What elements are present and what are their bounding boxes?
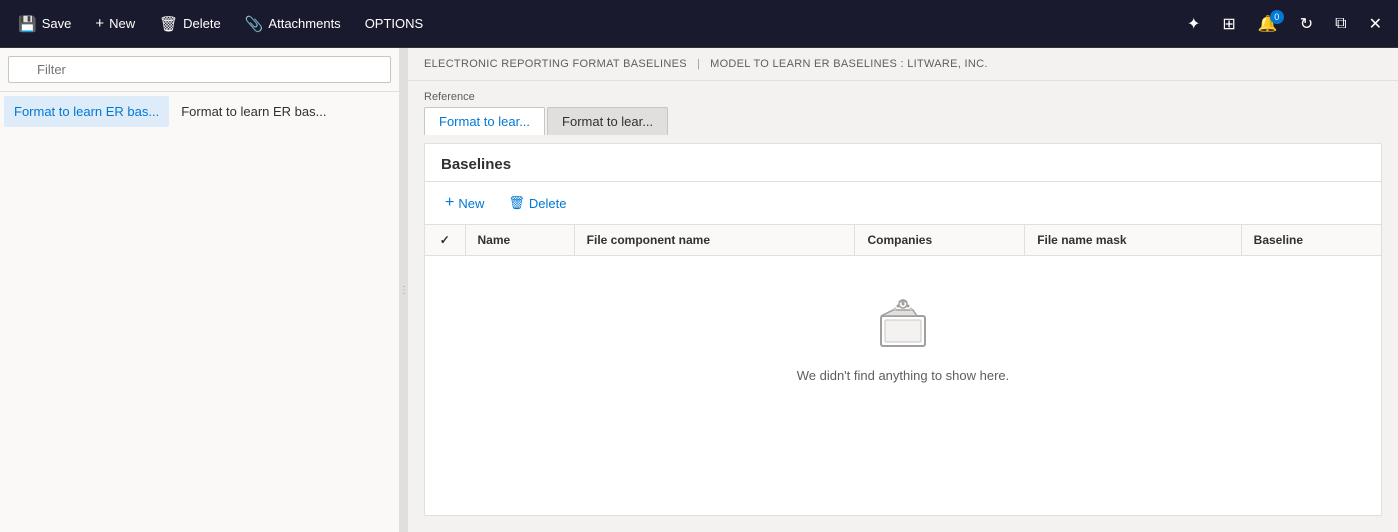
- right-panel: ELECTRONIC REPORTING FORMAT BASELINES | …: [408, 48, 1398, 532]
- delete-button[interactable]: 🗑 Delete: [149, 9, 231, 39]
- col-baseline: Baseline: [1241, 225, 1381, 256]
- col-file-name-mask: File name mask: [1025, 225, 1241, 256]
- paperclip-icon: 📎: [245, 15, 264, 33]
- options-button[interactable]: OPTIONS: [355, 10, 434, 37]
- reference-tabs: Format to lear... Format to lear...: [424, 107, 1382, 135]
- empty-state: We didn't find anything to show here.: [425, 256, 1381, 423]
- list-items: Format to learn ER bas... Format to lear…: [0, 92, 399, 131]
- reference-label: Reference: [424, 91, 1382, 103]
- filter-box: 🔍: [0, 48, 399, 92]
- baselines-header: Baselines: [425, 144, 1381, 182]
- baselines-table: ✓ Name File component name Companies Fil…: [425, 225, 1381, 256]
- close-button[interactable]: ✕: [1361, 8, 1390, 40]
- plus-icon: +: [95, 15, 104, 32]
- office-button[interactable]: ⊞: [1214, 8, 1243, 40]
- save-icon: 💾: [18, 15, 37, 33]
- compass-button[interactable]: ✦: [1179, 8, 1208, 40]
- reference-tab-1[interactable]: Format to lear...: [424, 107, 545, 135]
- expand-icon: ⧉: [1335, 15, 1346, 33]
- expand-button[interactable]: ⧉: [1327, 9, 1354, 39]
- table-header-row: ✓ Name File component name Companies Fil…: [425, 225, 1381, 256]
- filter-wrapper: 🔍: [8, 56, 391, 83]
- list-item[interactable]: Format to learn ER bas...: [171, 96, 336, 127]
- trash-icon: 🗑: [508, 195, 525, 211]
- refresh-icon: ↻: [1300, 14, 1313, 34]
- main-layout: 🔍 Format to learn ER bas... Format to le…: [0, 48, 1398, 532]
- breadcrumb: ELECTRONIC REPORTING FORMAT BASELINES | …: [408, 48, 1398, 81]
- title-bar-right: ✦ ⊞ 🔔 0 ↻ ⧉ ✕: [1179, 8, 1390, 40]
- compass-icon: ✦: [1187, 14, 1200, 34]
- baselines-toolbar: + New 🗑 Delete: [425, 182, 1381, 225]
- empty-text: We didn't find anything to show here.: [797, 368, 1010, 383]
- breadcrumb-part1: ELECTRONIC REPORTING FORMAT BASELINES: [424, 58, 687, 70]
- col-name: Name: [465, 225, 574, 256]
- notification-badge: 0: [1270, 10, 1284, 24]
- col-companies: Companies: [855, 225, 1025, 256]
- title-bar: 💾 Save + New 🗑 Delete 📎 Attachments OPTI…: [0, 0, 1398, 48]
- refresh-button[interactable]: ↻: [1292, 8, 1321, 40]
- save-button[interactable]: 💾 Save: [8, 9, 81, 39]
- attachments-button[interactable]: 📎 Attachments: [235, 9, 351, 39]
- baselines-title: Baselines: [441, 156, 511, 173]
- delete-icon: 🗑: [159, 15, 178, 33]
- filter-input[interactable]: [8, 56, 391, 83]
- breadcrumb-separator: |: [697, 58, 700, 70]
- col-file-component: File component name: [574, 225, 855, 256]
- bell-button[interactable]: 🔔 0: [1250, 8, 1286, 40]
- close-icon: ✕: [1369, 14, 1382, 34]
- empty-icon: [873, 296, 933, 356]
- breadcrumb-part2: MODEL TO LEARN ER BASELINES : LITWARE, I…: [710, 58, 988, 70]
- resize-handle[interactable]: ⋮: [400, 48, 408, 532]
- baselines-delete-button[interactable]: 🗑 Delete: [500, 191, 574, 215]
- baselines-new-button[interactable]: + New: [437, 190, 492, 216]
- office-icon: ⊞: [1222, 14, 1235, 34]
- col-check: ✓: [425, 225, 465, 256]
- table-container: ✓ Name File component name Companies Fil…: [425, 225, 1381, 515]
- list-item[interactable]: Format to learn ER bas...: [4, 96, 169, 127]
- reference-section: Reference Format to lear... Format to le…: [408, 81, 1398, 143]
- new-button[interactable]: + New: [85, 9, 145, 38]
- baselines-panel: Baselines + New 🗑 Delete ✓ Name: [424, 143, 1382, 516]
- left-panel: 🔍 Format to learn ER bas... Format to le…: [0, 48, 400, 532]
- plus-icon: +: [445, 194, 454, 212]
- reference-tab-2[interactable]: Format to lear...: [547, 107, 668, 135]
